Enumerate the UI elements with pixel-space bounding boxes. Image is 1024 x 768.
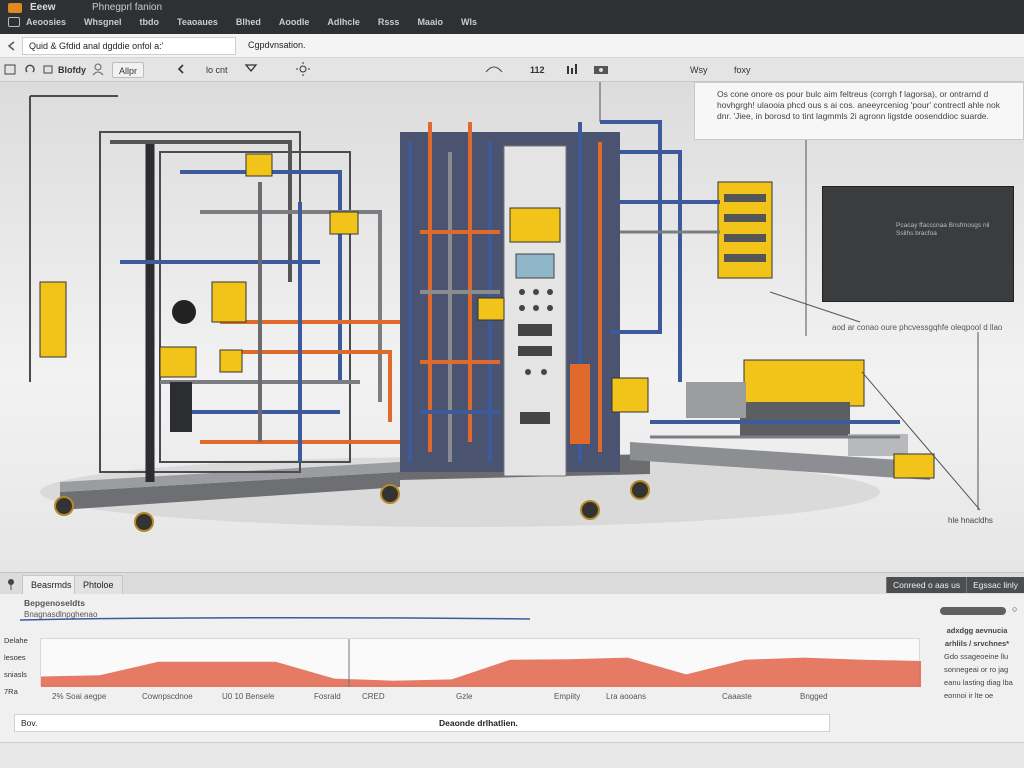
menu-item[interactable]: Aeoosies [0,14,75,32]
side-item[interactable]: sonnegeai or ro jag [930,663,1024,676]
side-subtitle: arhlils / srvchnes* [944,639,1010,648]
y-axis-labels: Delahe lesoes sniasls 7Ra [4,632,28,700]
x-label: Cownpscdnoe [142,692,193,701]
zoom-label[interactable]: Blofdy [58,62,86,78]
app-icon [8,3,22,13]
camera-icon[interactable] [592,62,610,78]
menu-item[interactable]: Rsss [369,14,409,32]
hmi-screen-caption: aod ar conao oure phcvessgqhfe oleqpool … [832,323,1003,332]
numeric-readout: 112 [530,65,545,75]
menu-item[interactable]: Adlhcle [318,14,369,32]
brightness-icon[interactable] [296,62,310,78]
panel-tabs: Beasrmds Phtoloe Conreed o aas us Egssac… [0,572,1024,595]
menu-item[interactable]: Maaio [408,14,452,32]
status-bar [0,742,1024,768]
x-label: U0 10 Bensele [222,692,275,701]
rotate-icon[interactable] [24,62,36,78]
side-item[interactable]: eanu lasting diag lba [930,676,1024,689]
menu-bar: Aeoosies Whsgnel tbdo Teaoaues Blhed Aoodle Ad… [0,14,486,32]
app-title: Eeew [30,2,56,13]
trend-plot[interactable] [40,638,921,687]
tab-beasrmds[interactable]: Beasrmds [22,575,81,595]
y-label: Delahe [4,636,28,645]
graph-side-panel: adxdgg aevnucia arhlils / srvchnes* Gdo … [930,624,1024,720]
menu-item[interactable]: Teaoaues [168,14,227,32]
hmi-screen-panel[interactable] [822,186,1014,302]
footer-center-label: Deaonde drlhatlien. [439,718,518,728]
viewport-label: hle hnacldhs [948,516,993,525]
hmi-screen-text: Pcacay ffacccnaa Bnsfrnosgs nil Ssilhs b… [896,222,990,237]
footer-left-label: Bov. [21,718,38,728]
chevron-left-icon[interactable] [176,62,186,78]
menu-item[interactable]: Aoodle [270,14,319,32]
menu-item[interactable]: tbdo [131,14,169,32]
x-label: Fosrald [314,692,341,701]
x-label: Gzle [456,692,473,701]
3d-viewport[interactable]: Os cone onore os pour bulc aim feltreus … [0,82,1024,572]
grid-icon[interactable] [4,62,16,78]
side-item[interactable]: eonnoi ir lte oe [930,689,1024,702]
back-icon[interactable] [6,40,18,52]
graph-footer: Bov. Deaonde drlhatlien. [14,714,830,732]
tab-right-2[interactable]: Egssac linly [966,577,1024,593]
trend-area [41,657,921,687]
y-label: 7Ra [4,687,18,696]
view-mode-label[interactable]: Wsy [690,62,708,78]
y-label: lesoes [4,653,26,662]
trend-chart [41,639,921,687]
x-label: CRED [362,692,385,701]
filter-icon[interactable] [244,62,258,78]
user-icon[interactable] [92,62,104,78]
legend-slider[interactable] [940,607,1006,615]
view-button[interactable]: Allpr [112,62,145,78]
address-field[interactable]: Quid & Gfdid anal dgddie onfol a:' [22,37,236,55]
address-context-label: Cgpdvnsation. [248,40,306,50]
fox-label[interactable]: foxy [734,62,751,78]
title-bar: Eeew Phnegprl fanion Aeoosies Whsgnel tbdo… [0,0,1024,34]
document-title: Phnegprl fanion [92,2,163,13]
toolbar: Blofdy Allpr lo cnt 112 Wsy foxy [0,58,1024,82]
right-tab-group: Conreed o aas us Egssac linly [886,577,1024,593]
tab-right-1[interactable]: Conreed o aas us [886,577,967,593]
y-label: sniasls [4,670,27,679]
x-label: Caaaste [722,692,752,701]
x-label: Empiity [554,692,581,701]
x-label: Lra aooans [606,692,647,701]
graph-title: Bepgenoseldts [24,598,85,608]
pin-icon[interactable] [6,578,16,590]
x-label: Bngged [800,692,828,701]
x-label: 2% Soai aegpe [52,692,107,701]
close-icon[interactable]: ○ [1012,604,1017,614]
address-bar: Quid & Gfdid anal dgddie onfol a:' Cgpdv… [0,34,1024,58]
graph-underline [20,616,531,621]
level-label: lo cnt [206,65,228,75]
side-item[interactable]: Gdo ssageoeine llu [930,650,1024,663]
menu-item[interactable]: Whsgnel [75,14,131,32]
menu-item[interactable]: Wls [452,14,486,32]
side-title: adxdgg aevnucia [946,626,1008,635]
curve-icon[interactable] [484,62,504,78]
menu-item[interactable]: Blhed [227,14,270,32]
chart-icon[interactable] [566,62,582,78]
annotation-callout: Os cone onore os pour bulc aim feltreus … [694,82,1024,140]
layers-icon[interactable] [42,62,54,78]
tab-phtoloe[interactable]: Phtoloe [74,575,123,595]
